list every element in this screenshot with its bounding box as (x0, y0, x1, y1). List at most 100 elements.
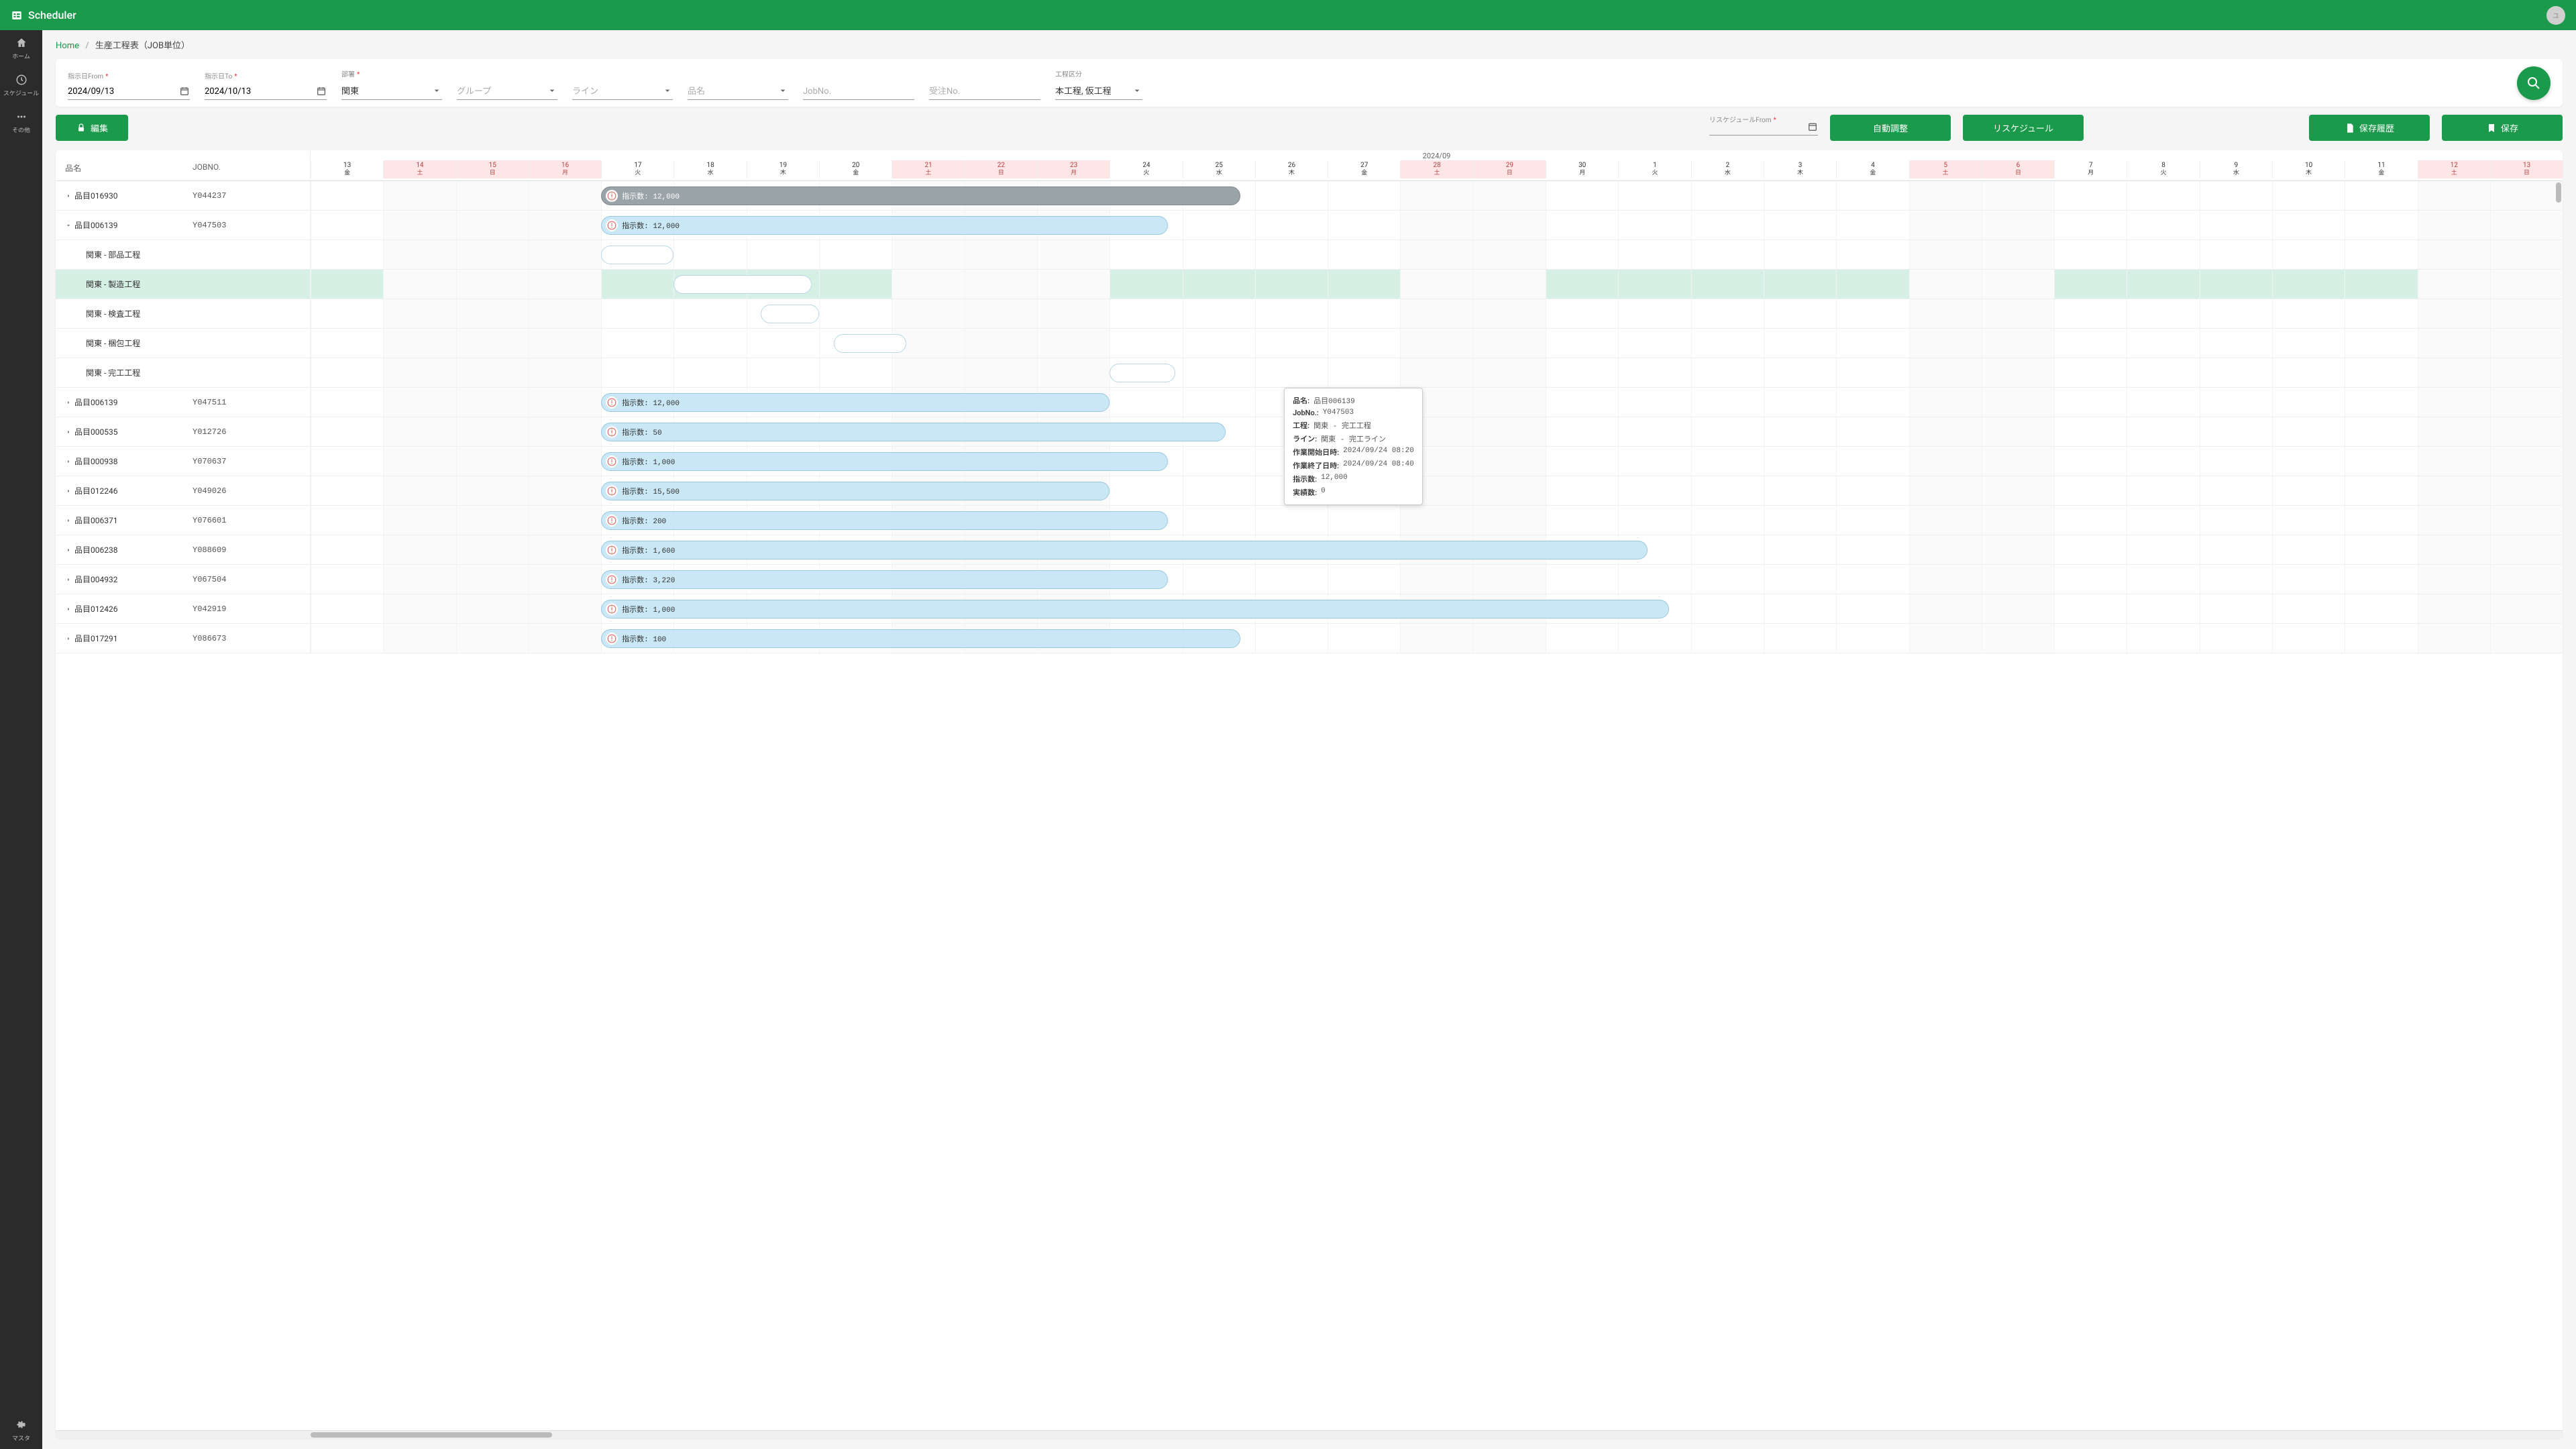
gantt-bar[interactable]: 指示数: 3,220 (601, 570, 1168, 589)
expand-toggle[interactable] (65, 458, 74, 465)
gantt-bar[interactable] (834, 334, 906, 353)
save-button[interactable]: 保存 (2442, 115, 2563, 141)
gantt-row[interactable]: 品目006139Y047503指示数: 12,000 (56, 211, 2563, 240)
bar-label: 指示数: 50 (622, 427, 661, 437)
dept-select[interactable]: 関東 (341, 81, 442, 100)
date-to-input[interactable] (205, 87, 316, 97)
job-no: Y049026 (193, 486, 226, 496)
edit-button[interactable]: 編集 (56, 115, 128, 141)
item-select[interactable]: 品名 (688, 81, 788, 100)
day-header: 25水 (1183, 160, 1255, 178)
gantt-bar[interactable]: 指示数: 1,000 (601, 452, 1168, 471)
auto-adjust-button[interactable]: 自動調整 (1830, 115, 1951, 141)
brand: Scheduler (11, 9, 76, 21)
expand-toggle[interactable] (65, 399, 74, 406)
gantt-bar[interactable]: 指示数: 12,000 (601, 186, 1240, 205)
gantt-bar[interactable]: 指示数: 12,000 (601, 393, 1110, 412)
day-header: 11金 (2345, 160, 2417, 178)
gantt-child-row[interactable]: 関東 - 部品工程 (56, 240, 2563, 270)
gantt-child-row[interactable]: 関東 - 検査工程 (56, 299, 2563, 329)
gantt-bar[interactable]: 指示数: 100 (601, 629, 1240, 648)
job-no: Y044237 (193, 191, 226, 201)
expand-toggle[interactable] (65, 606, 74, 612)
gantt-child-row[interactable]: 関東 - 製造工程 (56, 270, 2563, 299)
gantt-bar[interactable] (674, 275, 812, 294)
vertical-scrollbar[interactable] (2555, 182, 2561, 1429)
sidebar-item-schedule[interactable]: スケジュール (0, 67, 42, 104)
sidebar-item-master[interactable]: マスタ (0, 1412, 42, 1449)
reschedule-button[interactable]: リスケジュール (1963, 115, 2084, 141)
sidebar-item-home[interactable]: ホーム (0, 30, 42, 67)
gantt-child-row[interactable]: 関東 - 完工工程 (56, 358, 2563, 388)
chevron-down-icon (431, 85, 442, 96)
search-button[interactable] (2517, 66, 2551, 100)
sidebar-item-other[interactable]: その他 (0, 104, 42, 141)
group-select[interactable]: グループ (457, 81, 557, 100)
orderno-field[interactable] (929, 84, 1040, 100)
bar-label: 指示数: 1,600 (622, 545, 675, 555)
bar-label: 指示数: 12,000 (622, 191, 680, 201)
gantt-bar[interactable]: 指示数: 1,000 (601, 600, 1669, 619)
day-header: 5土 (1909, 160, 1982, 178)
item-name: 品目017291 (74, 633, 193, 644)
day-header: 15日 (456, 160, 529, 178)
expand-toggle[interactable] (65, 222, 74, 229)
search-icon (2526, 75, 2542, 91)
day-header: 26木 (1255, 160, 1328, 178)
gantt-row[interactable]: 品目006238Y088609指示数: 1,600 (56, 535, 2563, 565)
date-to-field[interactable] (205, 83, 327, 100)
date-from-input[interactable] (68, 87, 179, 97)
job-no: Y076601 (193, 516, 226, 525)
calendar-icon[interactable] (316, 86, 327, 97)
process-name: 関東 - 部品工程 (86, 249, 204, 260)
date-from-field[interactable] (68, 83, 190, 100)
gantt-row[interactable]: 品目012426Y042919指示数: 1,000 (56, 594, 2563, 624)
bar-label: 指示数: 12,000 (622, 397, 680, 408)
gantt-bar[interactable]: 指示数: 12,000 (601, 216, 1168, 235)
gantt-row[interactable]: 品目016930Y044237指示数: 12,000 (56, 181, 2563, 211)
gantt-child-row[interactable]: 関東 - 梱包工程 (56, 329, 2563, 358)
jobno-input[interactable] (803, 87, 914, 97)
expand-toggle[interactable] (65, 635, 74, 642)
horizontal-scrollbar[interactable] (56, 1430, 2563, 1438)
line-select[interactable]: ライン (572, 81, 673, 100)
item-name: 品目000535 (74, 426, 193, 437)
day-header: 27金 (1328, 160, 1400, 178)
avatar[interactable]: ユ (2546, 6, 2565, 25)
day-header: 16月 (529, 160, 601, 178)
gantt-bar[interactable]: 指示数: 200 (601, 511, 1168, 530)
jobno-field[interactable] (803, 84, 914, 100)
expand-toggle[interactable] (65, 488, 74, 494)
gantt-bar[interactable] (1110, 364, 1175, 382)
job-no: Y042919 (193, 604, 226, 614)
gantt-bar[interactable]: 指示数: 15,500 (601, 482, 1110, 500)
gantt-bar[interactable]: 指示数: 1,600 (601, 541, 1647, 559)
gantt-row[interactable]: 品目004932Y067504指示数: 3,220 (56, 565, 2563, 594)
proc-select[interactable]: 本工程, 仮工程 (1055, 81, 1142, 100)
gantt-row[interactable]: 品目017291Y086673指示数: 100 (56, 624, 2563, 653)
topbar: Scheduler ユ (0, 0, 2576, 30)
gantt-bar[interactable]: 指示数: 50 (601, 423, 1226, 441)
calendar-icon[interactable] (179, 86, 190, 97)
chevron-down-icon (662, 85, 673, 96)
breadcrumb-home[interactable]: Home (56, 41, 79, 51)
gantt-bar[interactable] (761, 305, 819, 323)
expand-toggle[interactable] (65, 517, 74, 524)
orderno-input[interactable] (929, 87, 1040, 97)
chevron-down-icon (1132, 85, 1142, 96)
alert-icon (606, 219, 618, 231)
save-history-button[interactable]: 保存履歴 (2309, 115, 2430, 141)
alert-icon (606, 396, 618, 409)
expand-toggle[interactable] (65, 547, 74, 553)
expand-toggle[interactable] (65, 576, 74, 583)
expand-toggle[interactable] (65, 193, 74, 199)
gantt-row[interactable]: 品目006371Y076601指示数: 200 (56, 506, 2563, 535)
process-name: 関東 - 製造工程 (86, 278, 204, 290)
expand-toggle[interactable] (65, 429, 74, 435)
sidebar-item-label: マスタ (12, 1434, 30, 1442)
col-header-jobno: JOBNO. (193, 162, 303, 174)
breadcrumb-current: 生産工程表（JOB単位） (95, 41, 190, 51)
tooltip-key: ライン: (1293, 433, 1317, 444)
gantt-bar[interactable] (601, 246, 674, 264)
sidebar-item-label: スケジュール (3, 89, 39, 97)
